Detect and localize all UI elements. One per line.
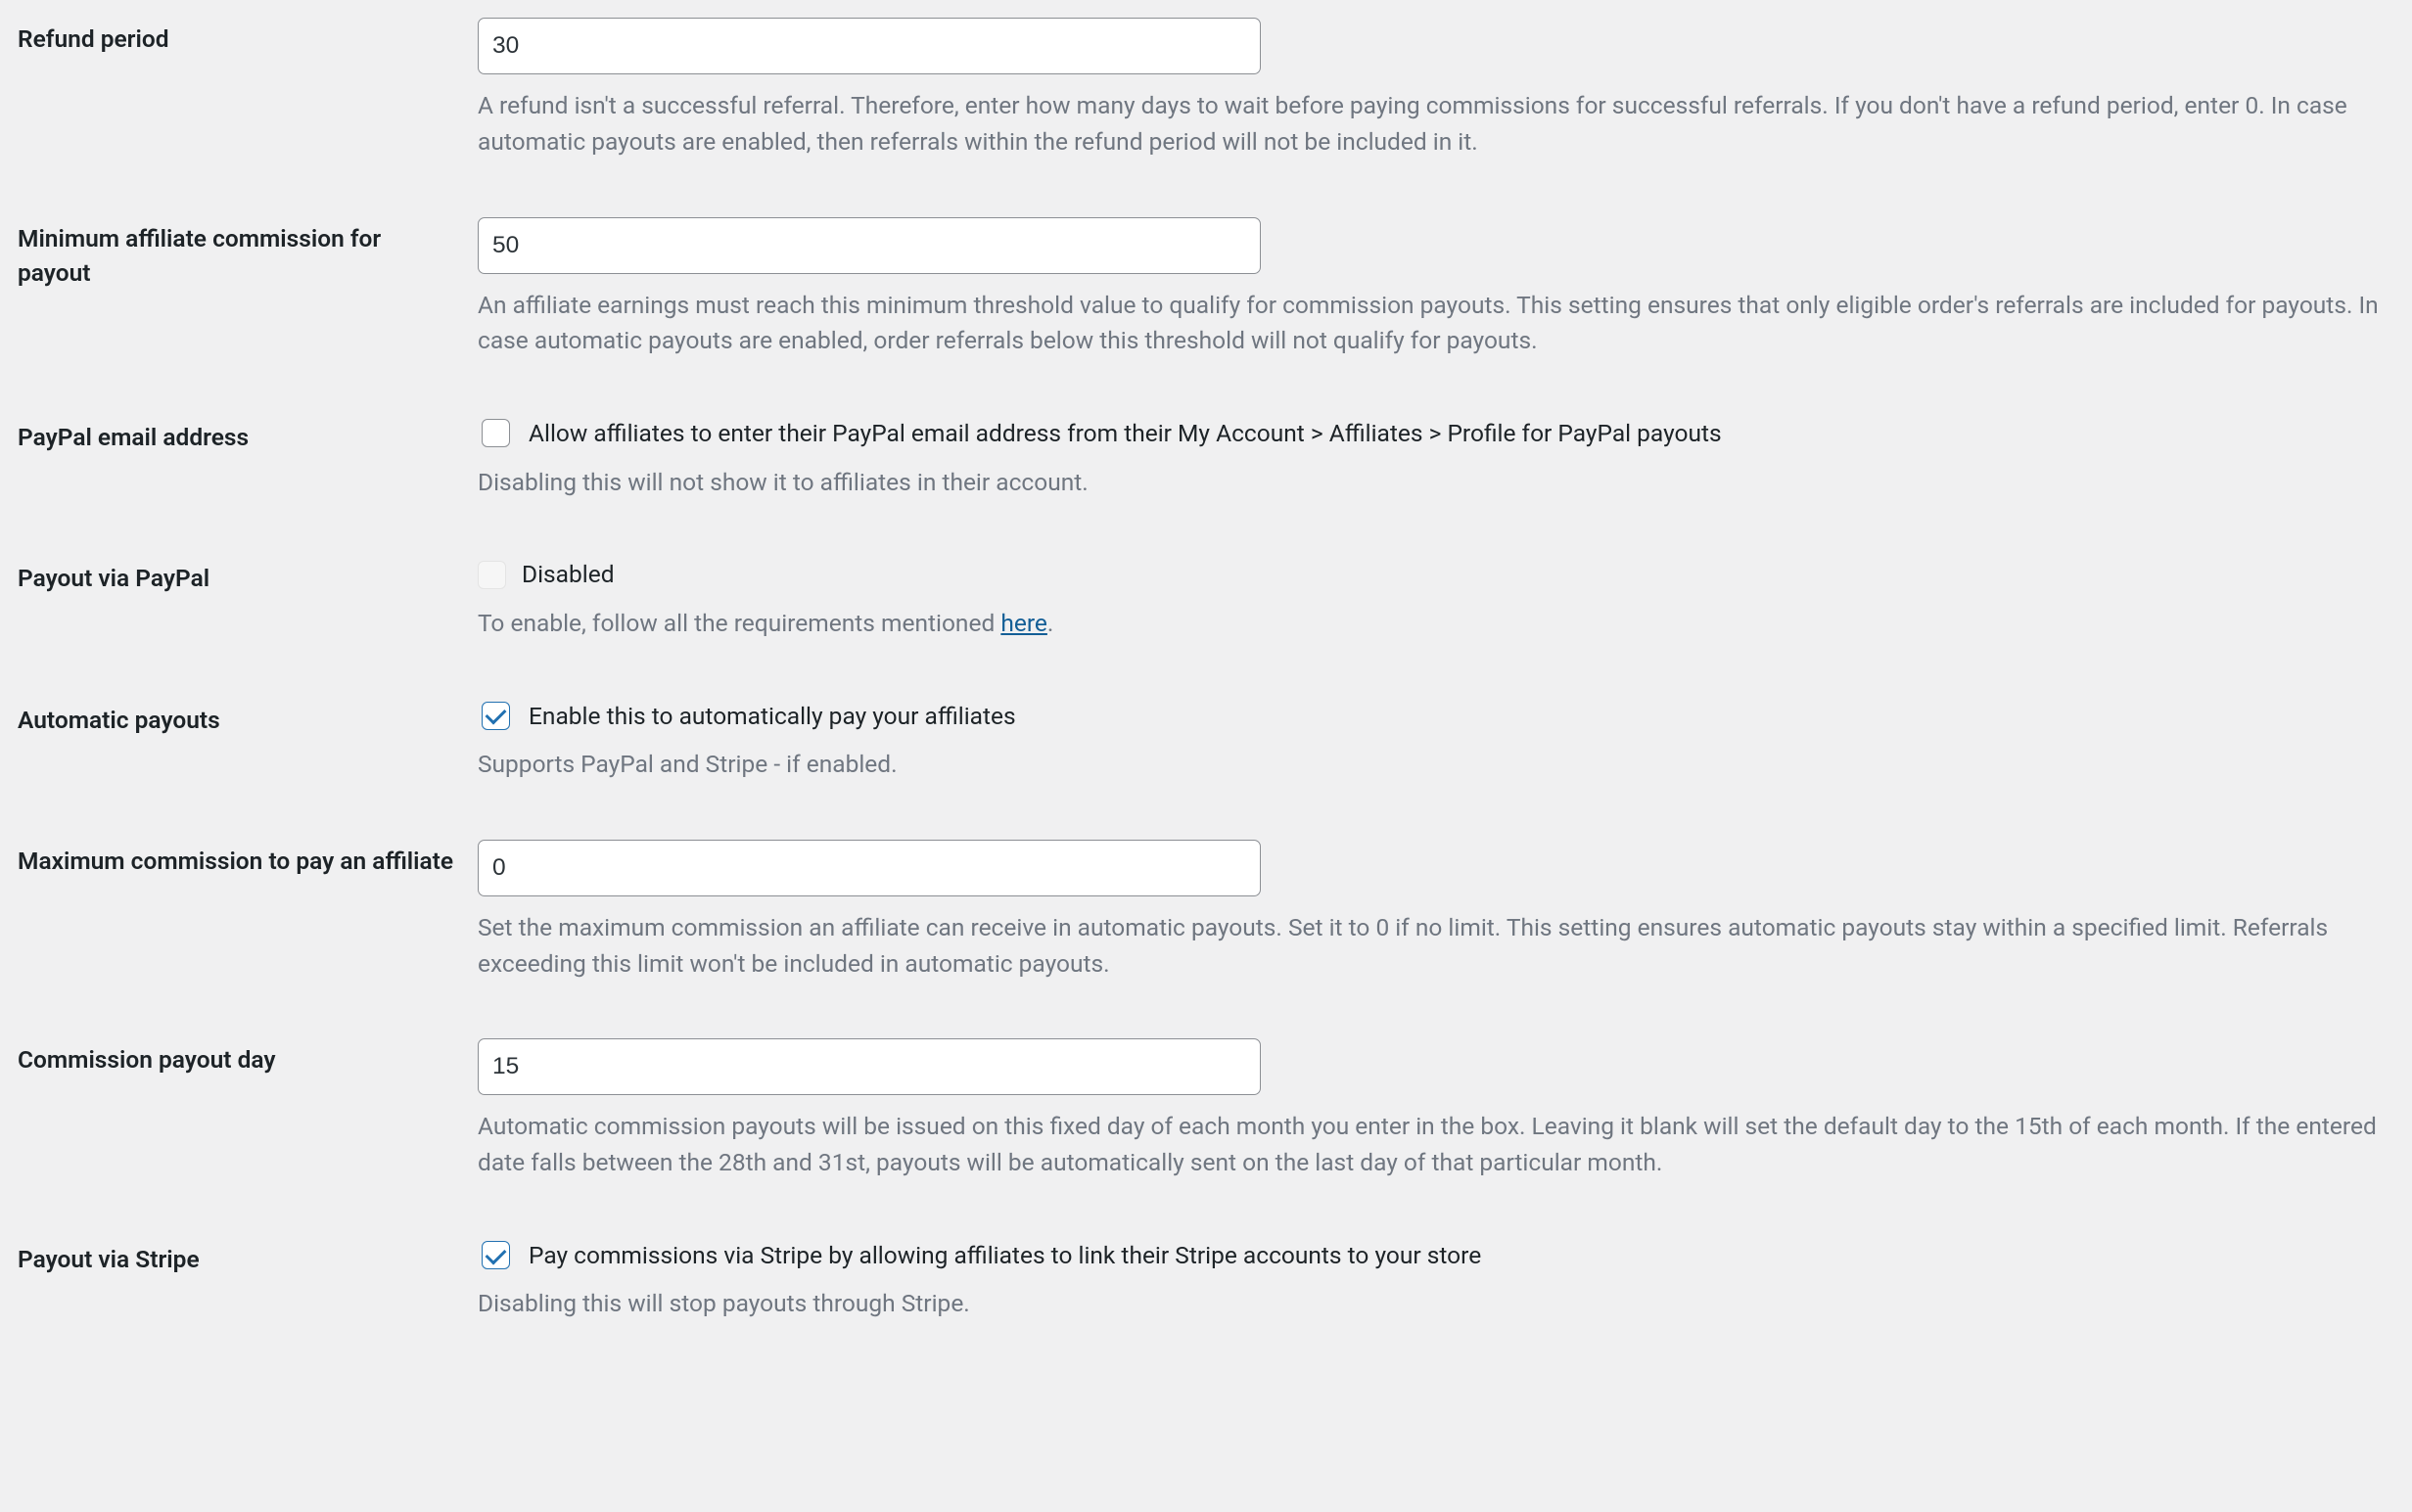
row-payout-stripe: Payout via Stripe Pay commissions via St… <box>18 1238 2394 1332</box>
field-refund-period: A refund isn't a successful referral. Th… <box>478 18 2394 160</box>
payout-paypal-desc: To enable, follow all the requirements m… <box>478 606 2394 642</box>
field-auto-payouts: Enable this to automatically pay your af… <box>478 699 2394 783</box>
auto-payouts-checkbox-label: Enable this to automatically pay your af… <box>529 699 1016 734</box>
row-min-commission: Minimum affiliate commission for payout … <box>18 217 2394 417</box>
refund-period-input[interactable] <box>478 18 1261 74</box>
min-commission-desc: An affiliate earnings must reach this mi… <box>478 288 2394 360</box>
paypal-email-checkbox-label: Allow affiliates to enter their PayPal e… <box>529 416 1722 451</box>
label-payout-stripe: Payout via Stripe <box>18 1238 478 1277</box>
row-payout-day: Commission payout day Automatic commissi… <box>18 1038 2394 1238</box>
label-paypal-email: PayPal email address <box>18 416 478 455</box>
field-min-commission: An affiliate earnings must reach this mi… <box>478 217 2394 360</box>
payout-stripe-checkbox-label: Pay commissions via Stripe by allowing a… <box>529 1238 1481 1273</box>
label-max-commission: Maximum commission to pay an affiliate <box>18 840 478 879</box>
label-refund-period: Refund period <box>18 18 478 57</box>
label-auto-payouts: Automatic payouts <box>18 699 478 738</box>
payout-paypal-desc-prefix: To enable, follow all the requirements m… <box>478 609 1000 637</box>
field-payout-stripe: Pay commissions via Stripe by allowing a… <box>478 1238 2394 1322</box>
field-paypal-email: Allow affiliates to enter their PayPal e… <box>478 416 2394 500</box>
field-payout-day: Automatic commission payouts will be iss… <box>478 1038 2394 1181</box>
payout-stripe-desc: Disabling this will stop payouts through… <box>478 1286 2394 1322</box>
auto-payouts-checkbox[interactable] <box>482 702 510 730</box>
min-commission-input[interactable] <box>478 217 1261 274</box>
max-commission-input[interactable] <box>478 840 1261 896</box>
payout-paypal-checkbox-disabled <box>478 561 506 589</box>
row-paypal-email: PayPal email address Allow affiliates to… <box>18 416 2394 557</box>
field-payout-paypal: Disabled To enable, follow all the requi… <box>478 557 2394 641</box>
row-refund-period: Refund period A refund isn't a successfu… <box>18 18 2394 217</box>
payout-day-desc: Automatic commission payouts will be iss… <box>478 1109 2394 1181</box>
row-payout-paypal: Payout via PayPal Disabled To enable, fo… <box>18 557 2394 698</box>
row-auto-payouts: Automatic payouts Enable this to automat… <box>18 699 2394 840</box>
paypal-email-checkbox[interactable] <box>482 419 510 447</box>
payout-stripe-checkbox[interactable] <box>482 1241 510 1269</box>
auto-payouts-desc: Supports PayPal and Stripe - if enabled. <box>478 747 2394 783</box>
payout-paypal-status: Disabled <box>522 557 615 592</box>
field-max-commission: Set the maximum commission an affiliate … <box>478 840 2394 983</box>
label-min-commission: Minimum affiliate commission for payout <box>18 217 478 291</box>
max-commission-desc: Set the maximum commission an affiliate … <box>478 910 2394 983</box>
label-payout-day: Commission payout day <box>18 1038 478 1077</box>
payout-paypal-here-link[interactable]: here <box>1000 609 1047 637</box>
row-max-commission: Maximum commission to pay an affiliate S… <box>18 840 2394 1039</box>
payout-day-input[interactable] <box>478 1038 1261 1095</box>
label-payout-paypal: Payout via PayPal <box>18 557 478 596</box>
paypal-email-desc: Disabling this will not show it to affil… <box>478 465 2394 501</box>
refund-period-desc: A refund isn't a successful referral. Th… <box>478 88 2394 160</box>
payout-paypal-desc-suffix: . <box>1047 609 1053 637</box>
